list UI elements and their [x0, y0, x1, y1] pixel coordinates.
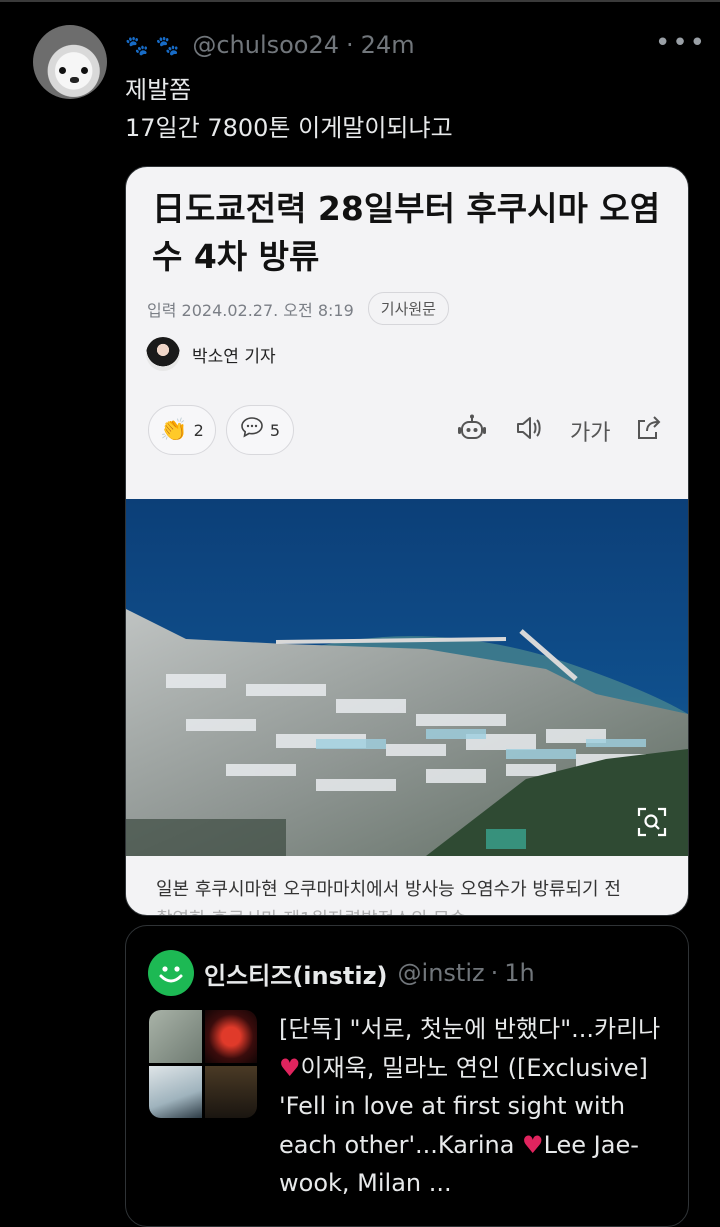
robot-summary-icon[interactable] [456, 413, 488, 451]
like-count: 2 [193, 420, 204, 440]
quote-time[interactable]: 1h [504, 959, 534, 987]
avatar-nose [70, 77, 79, 83]
thumb-map [149, 1065, 202, 1118]
photo-caption: 일본 후쿠시마현 오쿠마마치에서 방사능 오염수가 방류되기 전 [156, 879, 621, 900]
quote-author-name[interactable]: 인스티즈(instiz) [204, 956, 388, 991]
speaker-icon[interactable] [514, 413, 544, 449]
quote-text-a: [단독] "서로, 첫눈에 반했다"...카리나 [279, 1015, 661, 1043]
clap-icon: 👏 [160, 417, 188, 443]
quote-thumbnail[interactable] [149, 1010, 257, 1118]
quote-author-handle[interactable]: @instiz [398, 959, 485, 987]
comment-count: 5 [269, 420, 281, 440]
news-article-image-card[interactable]: 日도쿄전력 28일부터 후쿠시마 오염수 4차 방류 입력 2024.02.27… [125, 166, 689, 916]
like-button[interactable]: 👏 2 [148, 405, 216, 455]
expand-image-icon[interactable] [636, 806, 668, 838]
quote-header: 인스티즈(instiz) @instiz · 1h [204, 950, 535, 996]
author-display-name[interactable]: 🐾🐾 [125, 34, 186, 57]
tweet-text-line-1: 제발쫌 [125, 76, 192, 104]
share-icon[interactable] [633, 413, 663, 449]
thumb-photo-2 [204, 1010, 257, 1063]
article-meta: 입력 2024.02.27. 오전 8:19 기사원문 [147, 292, 449, 325]
publish-date: 입력 2024.02.27. 오전 8:19 [147, 300, 354, 320]
tweet-time[interactable]: 24m [361, 31, 415, 59]
original-article-button[interactable]: 기사원문 [367, 292, 449, 325]
comment-button[interactable]: 5 [226, 405, 294, 455]
tweet-text-line-2: 17일간 7800톤 이게말이되냐고 [125, 114, 453, 142]
author-avatar[interactable] [33, 25, 107, 99]
comment-icon [240, 416, 264, 444]
avatar-eye [59, 67, 66, 74]
thumb-photo-3 [204, 1065, 257, 1118]
top-divider [0, 0, 720, 2]
thumb-photo-1 [149, 1010, 202, 1063]
heart-icon: ♥ [279, 1053, 301, 1082]
quote-separator: · [490, 959, 499, 987]
avatar-eye [81, 67, 88, 74]
aerial-photo-nuclear-plant [126, 499, 688, 856]
more-options-icon[interactable]: ••• [655, 30, 707, 56]
reporter-name: 박소연 기자 [192, 346, 276, 367]
article-headline: 日도쿄전력 28일부터 후쿠시마 오염수 4차 방류 [152, 189, 661, 276]
heart-icon: ♥ [522, 1130, 544, 1159]
tweet-header: 🐾🐾 @chulsoo24 · 24m [125, 26, 415, 64]
instiz-logo-icon[interactable] [148, 950, 194, 996]
reporter-avatar [146, 337, 180, 371]
author-handle[interactable]: @chulsoo24 [192, 31, 339, 59]
photo-caption-cut: 촬영한 후쿠시마 제1원자력발전소의 모습 [156, 905, 466, 915]
quoted-tweet[interactable]: 인스티즈(instiz) @instiz · 1h [단독] "서로, 첫눈에 … [125, 925, 689, 1227]
font-size-button[interactable]: 가가 [570, 415, 610, 447]
header-separator: · [346, 31, 354, 59]
quote-text: [단독] "서로, 첫눈에 반했다"...카리나♥이재욱, 밀라노 연인 ([E… [279, 1010, 679, 1203]
reporter-byline: 박소연 기자 [146, 337, 276, 371]
